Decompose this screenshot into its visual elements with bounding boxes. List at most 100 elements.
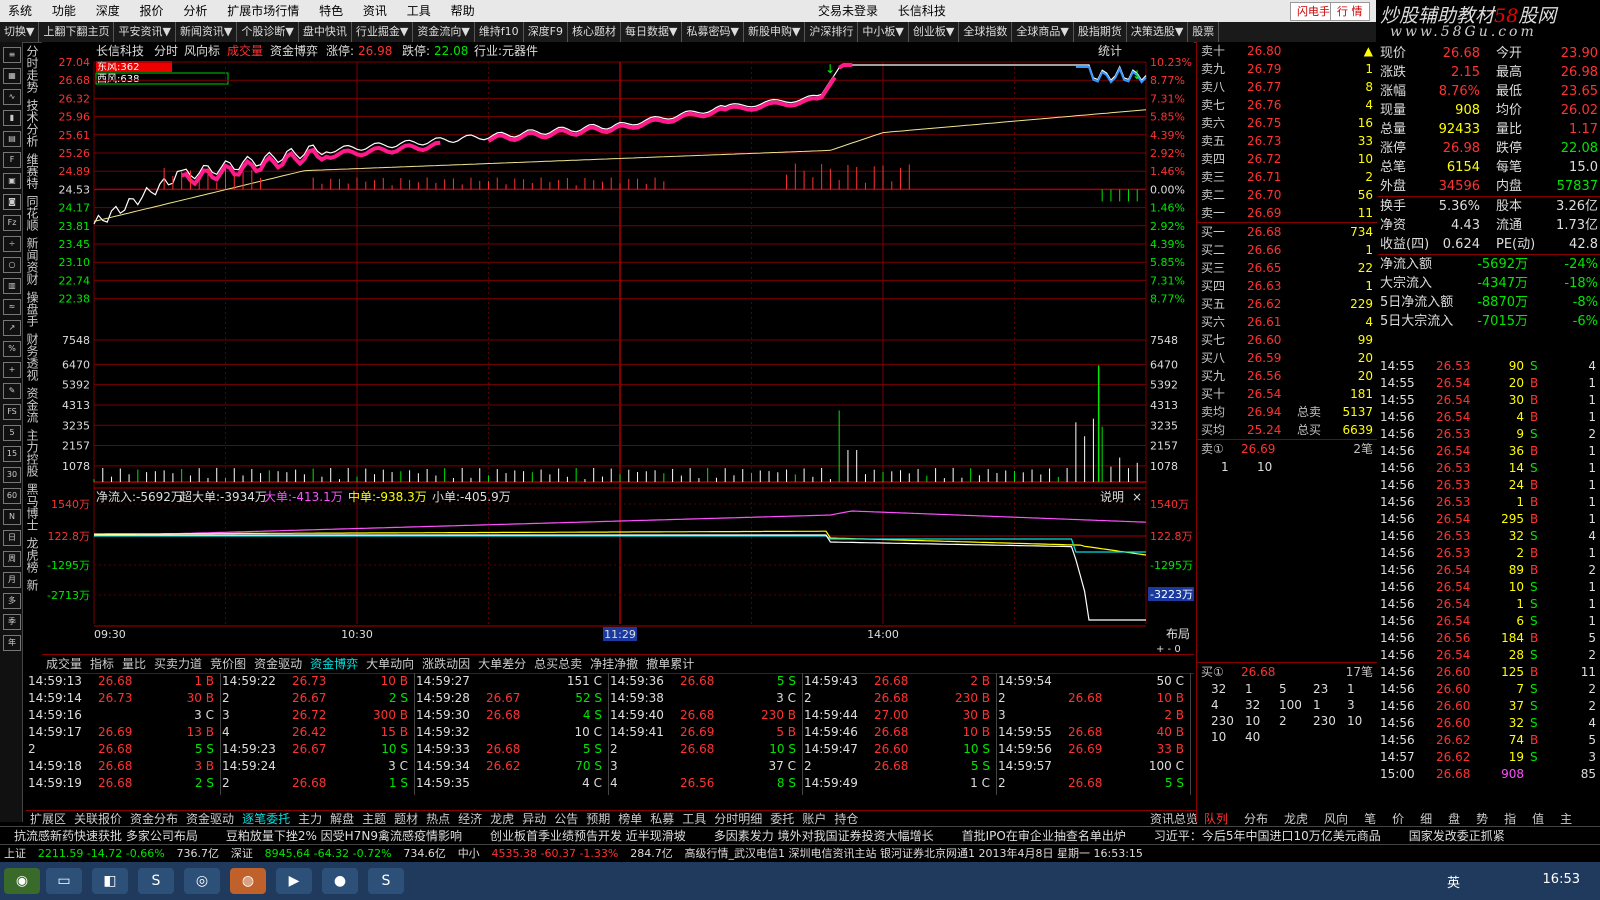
- ext-tab-0[interactable]: 扩展区: [26, 811, 70, 827]
- grid-icon[interactable]: ▦: [3, 68, 21, 84]
- record-icon[interactable]: ●: [322, 868, 358, 894]
- ext-tab-1[interactable]: 关联报价: [70, 811, 126, 827]
- cycle-5-icon[interactable]: 5: [3, 425, 21, 441]
- browser-icon[interactable]: ◎: [184, 868, 220, 894]
- ext-tab-19[interactable]: 委托: [766, 811, 798, 827]
- bid-level-2[interactable]: 买二 26.66 1: [1197, 241, 1377, 259]
- pen-icon[interactable]: ✎: [3, 383, 21, 399]
- info-overview-tab[interactable]: 资讯总览: [1150, 810, 1198, 827]
- candle-icon[interactable]: ▮: [3, 110, 21, 126]
- layout-button[interactable]: 布局: [1166, 627, 1190, 641]
- right-tab2-1[interactable]: 价: [1384, 812, 1412, 826]
- cycle-day-icon[interactable]: 日: [3, 530, 21, 546]
- ask-level-2[interactable]: 卖二 26.70 56: [1197, 186, 1377, 204]
- ext-tab-4[interactable]: 逐笔委托: [238, 811, 294, 827]
- menu-item-special[interactable]: 特色: [311, 0, 351, 22]
- ask-level-5[interactable]: 卖五 26.73 33: [1197, 132, 1377, 150]
- index-label-sz[interactable]: 深证: [227, 845, 257, 863]
- calc-icon[interactable]: ÷: [3, 236, 21, 252]
- indicator-tab-10[interactable]: 总买总卖: [530, 655, 586, 673]
- vtab-6[interactable]: 财务透视: [22, 330, 43, 384]
- ask-level-3[interactable]: 卖三 26.71 2: [1197, 168, 1377, 186]
- bid-level-3[interactable]: 买三 26.65 22: [1197, 259, 1377, 277]
- indicator-tab-1[interactable]: 指标: [86, 655, 118, 673]
- chart-header-item[interactable]: 风向标: [184, 43, 220, 58]
- list-icon[interactable]: ≡: [3, 47, 21, 63]
- ext-tab-9[interactable]: 热点: [422, 811, 454, 827]
- toolbar-item-16[interactable]: 创业板▼: [909, 22, 960, 42]
- menu-item-info[interactable]: 资讯: [355, 0, 395, 22]
- bid-level-8[interactable]: 买八 26.59 20: [1197, 349, 1377, 367]
- cycle-month-icon[interactable]: 月: [3, 572, 21, 588]
- right-tab2-5[interactable]: 指: [1496, 812, 1524, 826]
- ext-tab-7[interactable]: 主题: [358, 811, 390, 827]
- toolbar-item-11[interactable]: 每日数据▼: [621, 22, 683, 42]
- toolbar-item-13[interactable]: 新股申购▼: [744, 22, 806, 42]
- ext-tab-12[interactable]: 异动: [518, 811, 550, 827]
- bid-level-1[interactable]: 买一 26.68 734: [1197, 223, 1377, 241]
- menu-item-system[interactable]: 系统: [0, 0, 40, 22]
- news-item-5[interactable]: 习近平：今后5年中国进口10万亿美元商品: [1140, 827, 1395, 845]
- bid-level-4[interactable]: 买四 26.63 1: [1197, 277, 1377, 295]
- menu-item-depth[interactable]: 深度: [88, 0, 128, 22]
- ext-tab-21[interactable]: 持仓: [830, 811, 862, 827]
- menu-item-quote[interactable]: 报价: [132, 0, 172, 22]
- toolbar-item-12[interactable]: 私募密码▼: [682, 22, 744, 42]
- menu-item-analysis[interactable]: 分析: [175, 0, 215, 22]
- bar-chart-icon[interactable]: ▥: [3, 278, 21, 294]
- toolbar-item-3[interactable]: 新闻资讯▼: [176, 22, 238, 42]
- intraday-chart-svg[interactable]: 长信科技 分时 风向标 成交量 资金博弈 涨停: 26.98 跌停: 22.08 行业:元器件 统计…: [42, 42, 1194, 655]
- ask-level-8[interactable]: 卖八 26.77 8: [1197, 78, 1377, 96]
- toolbar-item-19[interactable]: 股指期货: [1074, 22, 1127, 42]
- bid-level-9[interactable]: 买九 26.56 20: [1197, 367, 1377, 385]
- toolbar-item-18[interactable]: 全球商品▼: [1012, 22, 1074, 42]
- toolbar-item-1[interactable]: 上翻下翻主页: [39, 22, 115, 42]
- intraday-chart[interactable]: 长信科技 分时 风向标 成交量 资金博弈 涨停: 26.98 跌停: 22.08 行业:元器件 统计…: [42, 42, 1194, 655]
- vtab-3[interactable]: 同花顺: [22, 192, 43, 234]
- trend-icon[interactable]: ↗: [3, 320, 21, 336]
- indicator-tab-8[interactable]: 涨跌动因: [418, 655, 474, 673]
- right-tab-3[interactable]: 风向: [1316, 812, 1356, 826]
- toolbar-item-20[interactable]: 决策选股▼: [1127, 22, 1189, 42]
- trade-login-status[interactable]: 交易未登录: [810, 0, 886, 22]
- vtab-8[interactable]: 主力控股: [22, 426, 43, 480]
- toolbar-item-0[interactable]: 切换▼: [0, 22, 40, 42]
- skype-icon[interactable]: S: [138, 868, 174, 894]
- right-tab-2[interactable]: 龙虎: [1276, 812, 1316, 826]
- app-icon[interactable]: ◧: [92, 868, 128, 894]
- ask-level-4[interactable]: 卖四 26.72 10: [1197, 150, 1377, 168]
- toolbar-item-21[interactable]: 股票: [1188, 22, 1220, 42]
- indicator-tab-7[interactable]: 大单动向: [362, 655, 418, 673]
- toolbar-item-15[interactable]: 中小板▼: [858, 22, 909, 42]
- toolbar-item-4[interactable]: 个股诊断▼: [237, 22, 299, 42]
- right-tab2-4[interactable]: 势: [1468, 812, 1496, 826]
- quote-button[interactable]: 行 情: [1330, 2, 1370, 21]
- news-item-3[interactable]: 多因素发力 境外对我国证券投资大幅增长: [700, 827, 948, 845]
- index-label-zx[interactable]: 中小: [454, 845, 484, 863]
- toolbar-item-8[interactable]: 维持f10: [475, 22, 524, 42]
- vtab-4[interactable]: 新闻资财: [22, 234, 43, 288]
- menu-item-help[interactable]: 帮助: [443, 0, 483, 22]
- bag-icon[interactable]: ◙: [3, 194, 21, 210]
- news-item-0[interactable]: 抗流感新药快速获批 多家公司布局: [0, 827, 212, 845]
- right-tab-1[interactable]: 分布: [1236, 812, 1276, 826]
- bid-level-7[interactable]: 买七 26.60 99: [1197, 331, 1377, 349]
- ask-level-1[interactable]: 卖一 26.69 11: [1197, 204, 1377, 222]
- taskbar-clock[interactable]: 16:53: [1543, 872, 1580, 887]
- vtab-2[interactable]: 维赛特: [22, 150, 43, 192]
- toolbar-item-2[interactable]: 平安资讯▼: [114, 22, 176, 42]
- tick-list[interactable]: 14:55 26.53 90 S 4 14:55 26.54 20 B 1 14:55 26.54 30…: [1378, 358, 1600, 816]
- cycle-week-icon[interactable]: 周: [3, 551, 21, 567]
- plus-icon[interactable]: +: [3, 362, 21, 378]
- news-item-1[interactable]: 豆粕放量下挫2% 因受H7N9禽流感疫情影响: [212, 827, 476, 845]
- menu-item-ext-market[interactable]: 扩展市场行情: [219, 0, 307, 22]
- stat-link[interactable]: 统计: [1098, 44, 1122, 58]
- vtab-5[interactable]: 操盘手: [22, 288, 43, 330]
- toolbar-item-7[interactable]: 资金流向▼: [413, 22, 475, 42]
- toolbar-item-9[interactable]: 深度F9: [524, 22, 569, 42]
- menu-item-tools[interactable]: 工具: [399, 0, 439, 22]
- toolbar-item-14[interactable]: 沪深排行: [805, 22, 859, 42]
- ask-level-6[interactable]: 卖六 26.75 16: [1197, 114, 1377, 132]
- vtab-11[interactable]: 新: [22, 576, 43, 594]
- ask-level-7[interactable]: 卖七 26.76 4: [1197, 96, 1377, 114]
